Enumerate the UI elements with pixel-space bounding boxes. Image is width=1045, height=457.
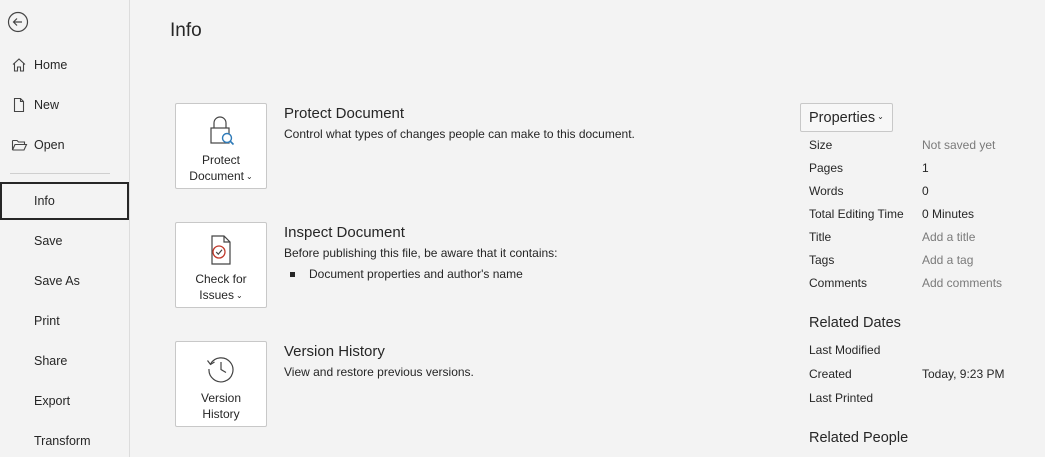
prop-key: Words	[809, 184, 844, 198]
inspect-bullet-item: Document properties and author's name	[290, 267, 558, 281]
prop-key: Created	[809, 367, 852, 381]
prop-row-created: Created Today, 9:23 PM	[809, 367, 1039, 383]
home-icon	[10, 56, 28, 74]
nav-info-label: Info	[34, 194, 55, 208]
prop-row-title: Title Add a title	[809, 230, 1039, 246]
prop-key: Total Editing Time	[809, 207, 904, 221]
inspect-document-icon	[204, 233, 238, 267]
nav-save-as[interactable]: Save As	[0, 262, 129, 300]
protect-card-line1: Protect	[201, 153, 240, 167]
tags-input[interactable]: Add a tag	[922, 253, 973, 267]
bullet-square-icon	[290, 271, 295, 277]
related-dates-title: Related Dates	[809, 315, 901, 331]
protect-document-label: Protect Document ⌄	[189, 152, 252, 186]
protect-document-section: Protect Document Control what types of c…	[284, 105, 635, 141]
protect-document-desc: Control what types of changes people can…	[284, 127, 635, 141]
chevron-down-icon: ⌄	[877, 112, 884, 121]
prop-key: Title	[809, 230, 832, 244]
prop-row-last-modified: Last Modified	[809, 343, 1039, 359]
lock-icon	[204, 114, 238, 148]
version-card-line1: Version	[200, 391, 242, 405]
back-arrow-icon	[7, 11, 29, 33]
nav-export[interactable]: Export	[0, 382, 129, 420]
nav-print-label: Print	[34, 314, 60, 328]
check-for-issues-label: Check for Issues ⌄	[195, 271, 246, 305]
prop-row-size: Size Not saved yet	[809, 138, 1039, 154]
prop-key: Tags	[809, 253, 835, 267]
prop-row-last-printed: Last Printed	[809, 391, 1039, 407]
inspect-document-desc: Before publishing this file, be aware th…	[284, 246, 558, 260]
nav-divider	[10, 173, 110, 174]
version-history-title: Version History	[284, 343, 385, 360]
prop-value: 0	[922, 184, 929, 198]
nav-transform[interactable]: Transform	[0, 422, 129, 457]
prop-row-tags: Tags Add a tag	[809, 253, 1039, 269]
prop-value: Today, 9:23 PM	[922, 367, 1005, 381]
prop-row-words: Words 0	[809, 184, 1039, 200]
prop-key: Pages	[809, 161, 844, 175]
new-document-icon	[10, 96, 28, 114]
page-title: Info	[170, 20, 202, 41]
prop-row-comments: Comments Add comments	[809, 276, 1039, 292]
nav-open-label: Open	[34, 138, 65, 152]
related-people-title: Related People	[809, 430, 909, 446]
nav-export-label: Export	[34, 394, 71, 408]
prop-value: 0 Minutes	[922, 207, 975, 221]
nav-share-label: Share	[34, 354, 68, 368]
nav-save-as-label: Save As	[34, 274, 80, 288]
properties-dropdown-button[interactable]: Properties ⌄	[800, 103, 893, 132]
chevron-down-icon: ⌄	[235, 291, 243, 300]
comments-input[interactable]: Add comments	[922, 276, 1002, 290]
prop-row-editing-time: Total Editing Time 0 Minutes	[809, 207, 1039, 223]
version-card-line2: History	[202, 407, 240, 421]
back-button[interactable]	[6, 10, 30, 34]
prop-value: Not saved yet	[922, 138, 996, 152]
properties-label: Properties	[809, 109, 876, 126]
prop-row-pages: Pages 1	[809, 161, 1039, 177]
check-for-issues-button[interactable]: Check for Issues ⌄	[175, 222, 267, 308]
inspect-bullet-text: Document properties and author's name	[309, 267, 523, 281]
version-history-section: Version History View and restore previou…	[284, 343, 474, 379]
nav-transform-label: Transform	[34, 434, 91, 448]
prop-key: Comments	[809, 276, 868, 290]
prop-value: 1	[922, 161, 929, 175]
version-history-button[interactable]: Version History	[175, 341, 267, 427]
protect-document-title: Protect Document	[284, 105, 405, 122]
protect-card-line2: Document	[189, 169, 244, 183]
open-folder-icon	[10, 136, 28, 154]
protect-document-button[interactable]: Protect Document ⌄	[175, 103, 267, 189]
title-input[interactable]: Add a title	[922, 230, 975, 244]
nav-open[interactable]: Open	[0, 126, 129, 164]
nav-print[interactable]: Print	[0, 302, 129, 340]
nav-share[interactable]: Share	[0, 342, 129, 380]
nav-save-label: Save	[34, 234, 63, 248]
inspect-card-line2: Issues	[199, 288, 234, 302]
info-pane: Info Protect Document ⌄ Protect Document …	[131, 0, 1045, 457]
nav-home-label: Home	[34, 58, 68, 72]
prop-key: Size	[809, 138, 833, 152]
version-history-label: Version History	[201, 390, 241, 422]
inspect-document-section: Inspect Document Before publishing this …	[284, 224, 558, 281]
prop-key: Last Modified	[809, 343, 881, 357]
nav-save[interactable]: Save	[0, 222, 129, 260]
version-history-desc: View and restore previous versions.	[284, 365, 474, 379]
backstage-sidebar: Home New Open Info Save Save As Print Sh…	[0, 0, 130, 457]
nav-new-label: New	[34, 98, 60, 112]
history-clock-icon	[204, 352, 238, 386]
nav-info[interactable]: Info	[0, 182, 129, 220]
inspect-card-line1: Check for	[195, 272, 247, 286]
prop-key: Last Printed	[809, 391, 874, 405]
inspect-document-title: Inspect Document	[284, 224, 405, 241]
nav-new[interactable]: New	[0, 86, 129, 124]
chevron-down-icon: ⌄	[246, 172, 253, 181]
nav-home[interactable]: Home	[0, 46, 129, 84]
